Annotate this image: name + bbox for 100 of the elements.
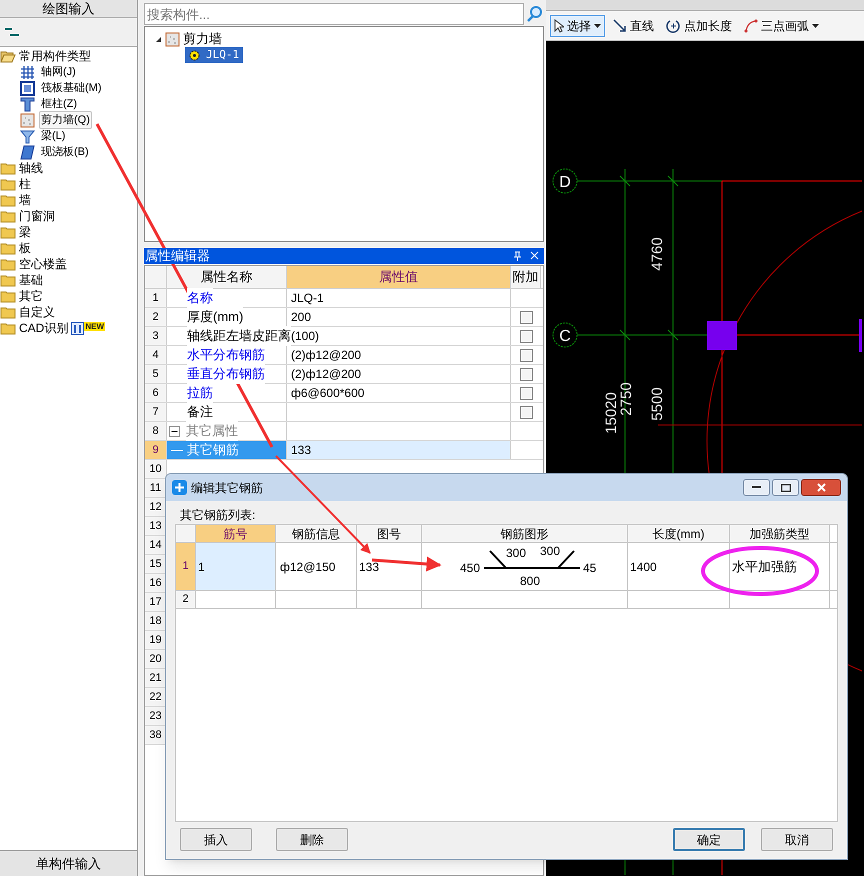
search-field[interactable]: 搜索构件... bbox=[144, 3, 524, 25]
caret-icon[interactable] bbox=[812, 24, 819, 28]
tree-folder-label[interactable]: 墙 bbox=[19, 191, 31, 209]
row-number: 12 bbox=[145, 498, 167, 516]
column-header[interactable]: 加强筋类型 bbox=[730, 525, 830, 542]
table-cell-text: 1 bbox=[198, 558, 205, 576]
tree-folder-label[interactable]: 门窗洞 bbox=[19, 207, 55, 225]
row-number: 3 bbox=[145, 327, 167, 345]
row-number: 23 bbox=[145, 707, 167, 725]
tree-folder-label[interactable]: 基础 bbox=[19, 271, 43, 289]
tree-folder-label[interactable]: 自定义 bbox=[19, 303, 55, 321]
tree-node-label[interactable]: 剪力墙 bbox=[183, 29, 222, 49]
tree-folder-label[interactable]: 常用构件类型 bbox=[19, 47, 91, 65]
tree-folder-label[interactable]: CAD识别 bbox=[19, 319, 68, 337]
property-value[interactable]: ф6@600*600 bbox=[291, 384, 364, 402]
column-header[interactable]: 钢筋信息 bbox=[276, 525, 357, 542]
toolbar-button[interactable]: 三点画弧 bbox=[740, 14, 823, 36]
dimension-label: 300 bbox=[506, 546, 526, 560]
row-number: 14 bbox=[145, 536, 167, 554]
dimension-label: 800 bbox=[520, 574, 540, 588]
column-header[interactable]: 图号 bbox=[357, 525, 422, 542]
property-name: 其它属性 bbox=[186, 421, 238, 441]
minimize-button[interactable] bbox=[743, 479, 770, 496]
maximize-icon bbox=[780, 484, 790, 492]
dialog-button[interactable]: 插入 bbox=[180, 828, 252, 851]
cursor-icon bbox=[554, 18, 564, 32]
column-header[interactable]: 属性值 bbox=[287, 266, 511, 288]
property-value[interactable]: 133 bbox=[291, 441, 312, 459]
dimension-label: 450 bbox=[460, 561, 480, 575]
column-header[interactable]: 钢筋图形 bbox=[422, 525, 628, 542]
checkbox[interactable] bbox=[520, 348, 532, 362]
row-number: 13 bbox=[145, 517, 167, 535]
panel-footer-tab[interactable]: 单构件输入 bbox=[0, 850, 137, 876]
toolbar-button[interactable]: 点加长度 bbox=[662, 14, 736, 36]
row-number: 38 bbox=[145, 726, 167, 744]
list-label: 其它钢筋列表: bbox=[179, 507, 256, 524]
wall-icon bbox=[20, 112, 35, 128]
dialog-button[interactable]: 取消 bbox=[761, 828, 833, 851]
tree-item[interactable]: JLQ-1 bbox=[185, 47, 244, 63]
row-number: 10 bbox=[145, 460, 167, 478]
toolbar-button[interactable]: 直线 bbox=[609, 14, 658, 36]
tree-item[interactable]: 筏板基础(M) bbox=[39, 78, 104, 98]
rotate-icon bbox=[666, 18, 681, 33]
tree-folder-label[interactable]: 柱 bbox=[19, 175, 31, 193]
row-number: 6 bbox=[145, 384, 167, 402]
column-header[interactable]: 附加 bbox=[511, 266, 541, 288]
search-icon[interactable] bbox=[526, 5, 544, 23]
checkbox[interactable] bbox=[520, 310, 532, 324]
column-header[interactable]: 属性名称 bbox=[167, 266, 287, 288]
dialog-button[interactable]: 删除 bbox=[276, 828, 348, 851]
row-number: 2 bbox=[145, 308, 167, 326]
dialog-button[interactable]: 确定 bbox=[673, 828, 745, 851]
checkbox[interactable] bbox=[520, 386, 532, 400]
expand-triangle-icon[interactable] bbox=[155, 36, 162, 42]
property-value[interactable]: (100) bbox=[291, 327, 320, 345]
table-cell-text: 1400 bbox=[630, 558, 657, 576]
row-number: 21 bbox=[145, 669, 167, 687]
tree-folder-label[interactable]: 空心楼盖 bbox=[19, 255, 67, 273]
column-header[interactable]: 筋号 bbox=[196, 525, 276, 542]
caret-icon[interactable] bbox=[594, 24, 601, 28]
column-header[interactable]: 长度(mm) bbox=[628, 525, 730, 542]
tree-folder-label[interactable]: 板 bbox=[19, 239, 31, 257]
collapse-box-icon[interactable] bbox=[169, 426, 180, 436]
property-name: 其它钢筋 bbox=[187, 441, 239, 460]
tree-item[interactable]: 梁(L) bbox=[39, 126, 68, 146]
toolbar-button[interactable]: 选择 bbox=[550, 14, 605, 36]
collapse-icon[interactable] bbox=[4, 27, 20, 37]
panel-header[interactable]: 绘图输入 bbox=[0, 0, 137, 18]
tree-folder-label[interactable]: 其它 bbox=[19, 287, 43, 305]
checkbox[interactable] bbox=[520, 330, 532, 342]
table-cell-text: 水平加强筋 bbox=[732, 558, 797, 576]
row-number: 2 bbox=[176, 591, 196, 608]
checkbox[interactable] bbox=[520, 368, 532, 380]
tree-folder-label[interactable]: 梁 bbox=[19, 223, 31, 241]
property-value[interactable]: (2)ф12@200 bbox=[291, 365, 362, 383]
property-value[interactable]: 200 bbox=[291, 308, 312, 326]
row-number: 5 bbox=[145, 365, 167, 383]
dimension-label: 45 bbox=[583, 561, 596, 575]
row-number: 17 bbox=[145, 593, 167, 611]
close-button[interactable] bbox=[801, 479, 841, 496]
tree-item[interactable]: 剪力墙(Q) bbox=[39, 110, 92, 130]
property-name: 轴线距左墙皮距离 bbox=[187, 326, 291, 346]
tree-folder-label[interactable]: 轴线 bbox=[19, 159, 43, 177]
tree-item[interactable]: 现浇板(B) bbox=[39, 142, 91, 162]
row-number: 16 bbox=[145, 574, 167, 592]
app-icon bbox=[172, 480, 187, 495]
close-icon[interactable] bbox=[530, 251, 539, 260]
tree-item[interactable]: 框柱(Z) bbox=[39, 94, 80, 114]
property-value[interactable]: JLQ-1 bbox=[291, 289, 324, 307]
maximize-button[interactable] bbox=[772, 479, 799, 496]
pin-icon[interactable] bbox=[513, 251, 522, 261]
wall-icon bbox=[165, 32, 180, 46]
property-name: 名称 bbox=[187, 288, 213, 308]
gear-icon bbox=[189, 50, 200, 60]
new-badge: NEW bbox=[84, 322, 106, 330]
slab-icon bbox=[20, 144, 35, 160]
checkbox[interactable] bbox=[520, 406, 532, 418]
tree-item[interactable]: 轴网(J) bbox=[39, 62, 78, 82]
row-number: 18 bbox=[145, 612, 167, 630]
property-value[interactable]: (2)ф12@200 bbox=[291, 346, 362, 364]
